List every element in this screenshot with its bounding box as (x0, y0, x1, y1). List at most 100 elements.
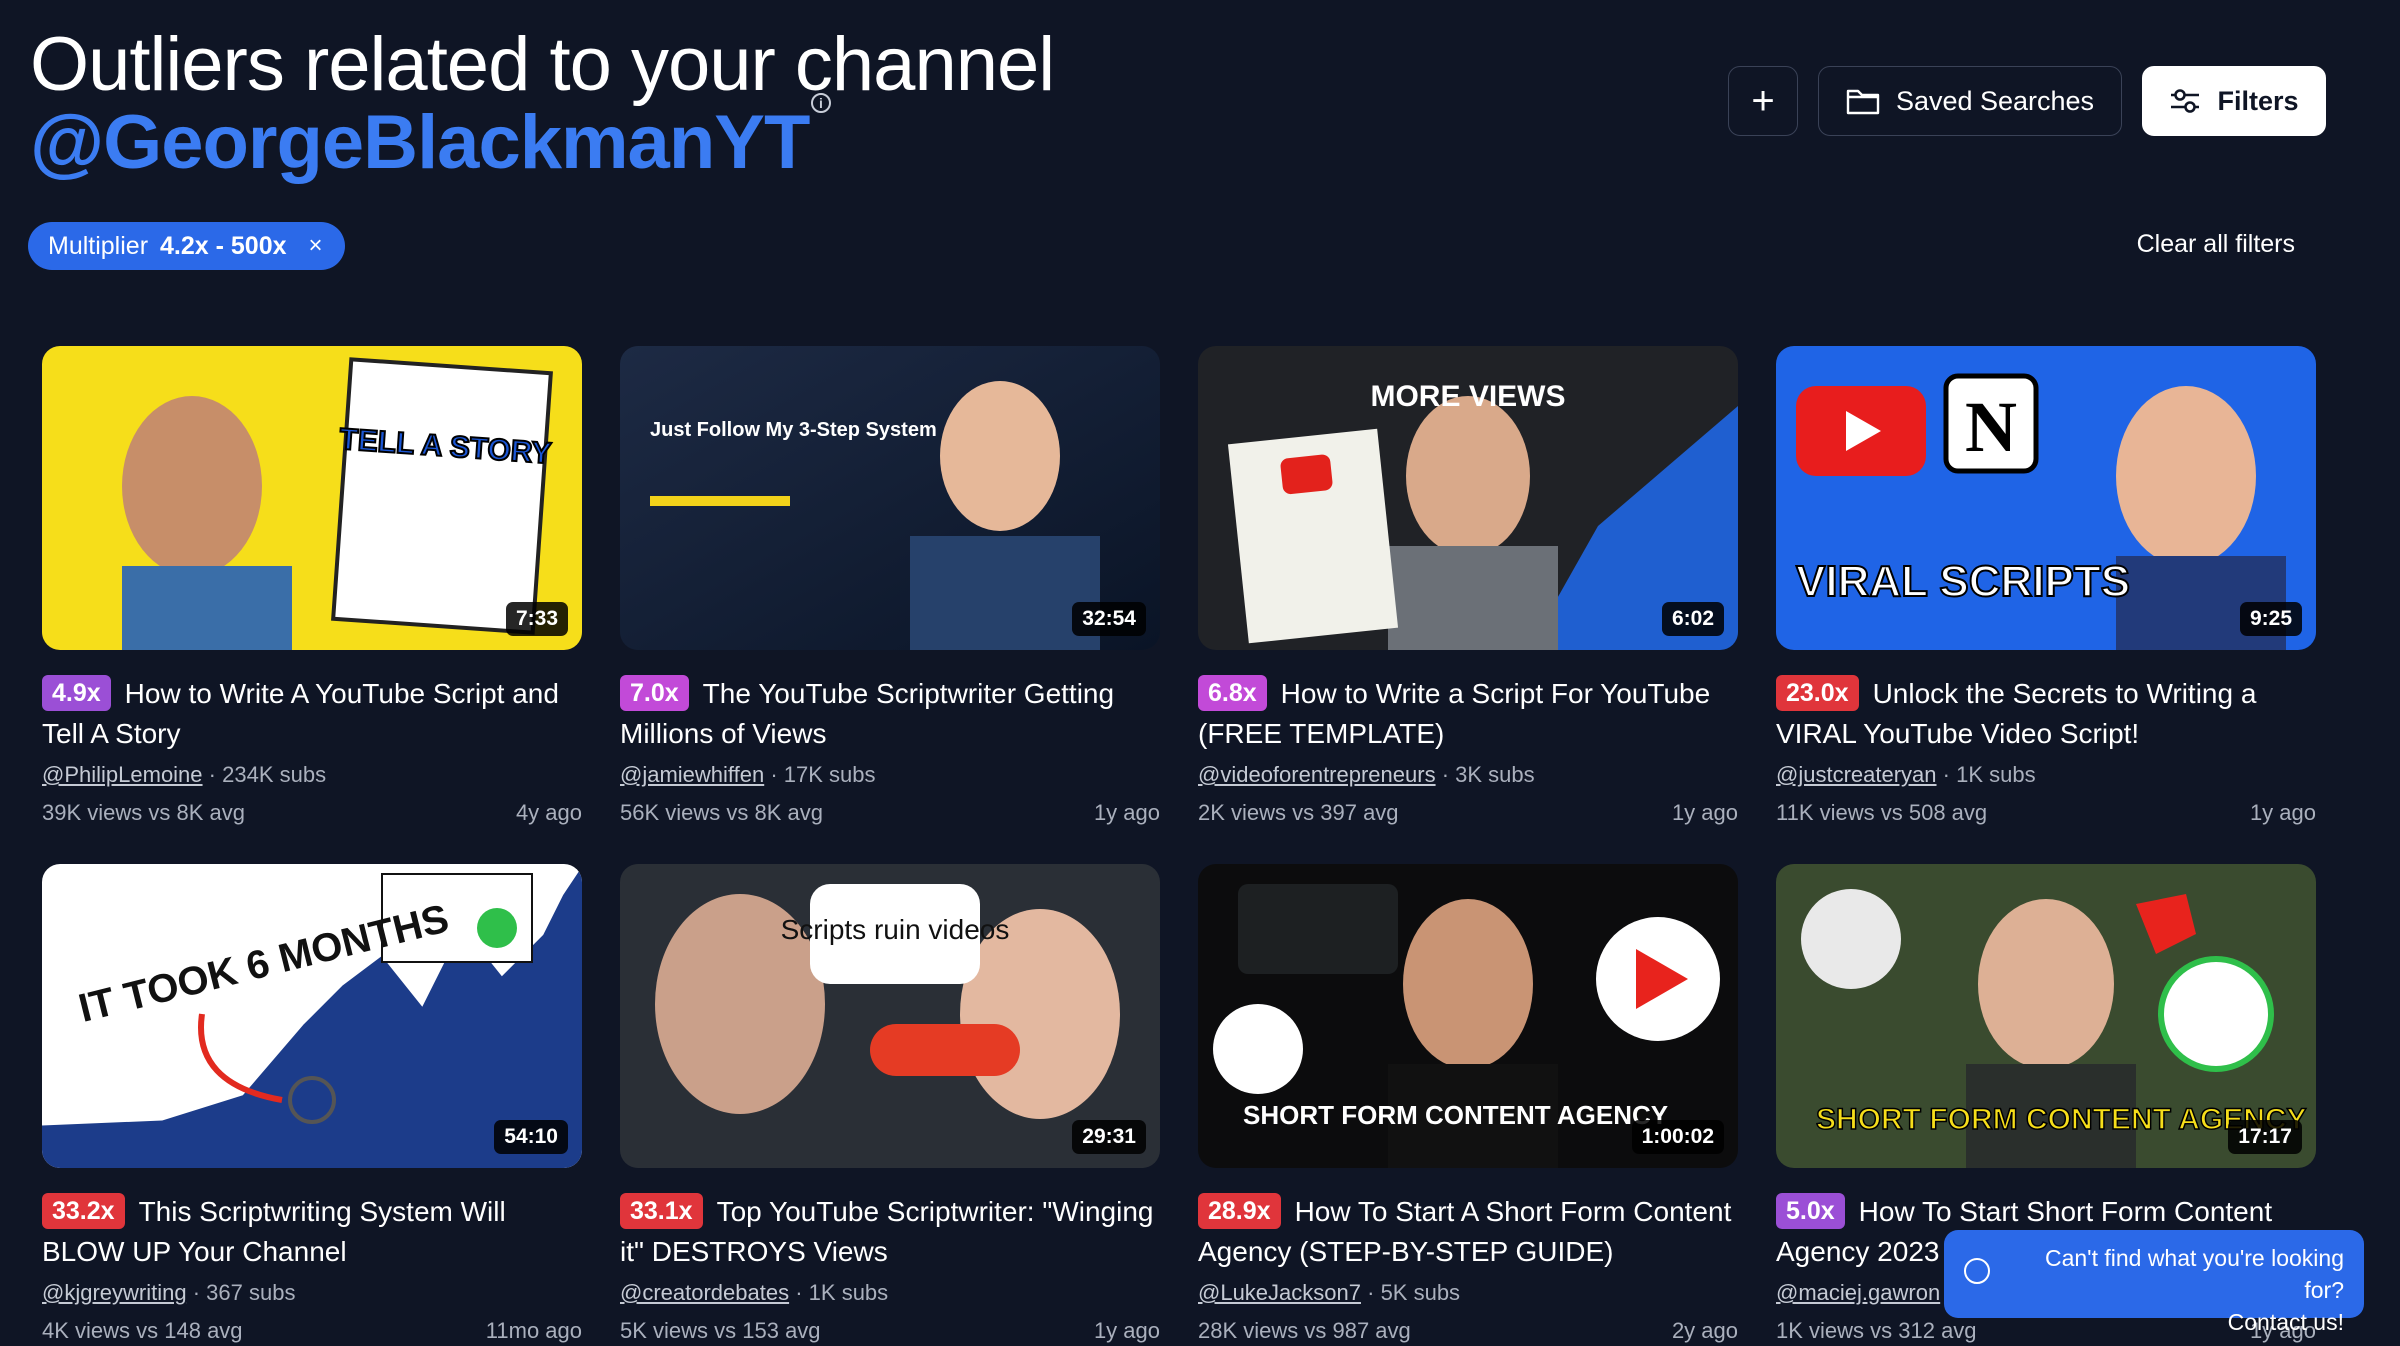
views-vs-avg: 28K views vs 987 avg (1198, 1318, 1411, 1343)
outliers-page: Outliers related to your channel @George… (0, 0, 2400, 1346)
channel-link[interactable]: @videoforentrepreneurs (1198, 762, 1436, 787)
channel-link[interactable]: @jamiewhiffen (620, 762, 764, 787)
add-search-button[interactable]: + (1728, 66, 1798, 136)
contact-line-1: Can't find what you're looking for? (2044, 1245, 2344, 1303)
multiplier-badge: 33.2x (42, 1193, 125, 1229)
video-title[interactable]: 23.0x Unlock the Secrets to Writing a VIR… (1776, 674, 2316, 754)
channel-handle[interactable]: @GeorgeBlackmanYT (30, 98, 810, 188)
thumb-text-3: MORE VIEWS (1370, 380, 1565, 413)
video-title-text: The YouTube Scriptwriter Getting Million… (620, 678, 1115, 749)
thumb-text-4: VIRAL SCRIPTS (1796, 557, 2130, 606)
video-thumbnail[interactable]: Just Follow My 3-Step System 32:54 (620, 346, 1160, 650)
subs-count: 17K subs (783, 762, 876, 787)
subs-count: 3K subs (1455, 762, 1535, 787)
views-vs-avg: 2K views vs 397 avg (1198, 800, 1399, 825)
video-card[interactable]: Just Follow My 3-Step System 32:54 7.0x T… (620, 346, 1160, 826)
svg-text:N: N (1965, 387, 2017, 467)
views-vs-avg: 39K views vs 8K avg (42, 800, 245, 825)
filters-label: Filters (2217, 85, 2299, 116)
video-thumbnail[interactable]: SHORT FORM CONTENT AGENCY 1:00:02 (1198, 864, 1738, 1168)
video-age: 4y ago (515, 800, 582, 825)
video-thumbnail[interactable]: IT TOOK 6 MONTHS 54:10 (42, 864, 582, 1168)
views-vs-avg: 56K views vs 8K avg (620, 800, 823, 825)
views-vs-avg: 11K views vs 508 avg (1776, 800, 1988, 825)
video-title[interactable]: 4.9x How to Write A YouTube Script and Te… (42, 674, 582, 754)
video-age: 1y ago (1093, 1318, 1160, 1343)
video-title[interactable]: 6.8x How to Write a Script For YouTube (F… (1198, 674, 1738, 754)
subs-count: 5K subs (1380, 1280, 1461, 1305)
video-age: 11mo ago (485, 1318, 582, 1343)
chip-value: 4.2x - 500x (160, 231, 287, 260)
views-meta: 5K views vs 153 avg 1y ago (620, 1318, 1160, 1344)
multiplier-badge: 6.8x (1198, 675, 1267, 711)
views-meta: 2K views vs 397 avg 1y ago (1198, 800, 1738, 826)
views-vs-avg: 4K views vs 148 avg (42, 1318, 243, 1343)
clear-all-filters-link[interactable]: Clear all filters (2137, 230, 2295, 259)
saved-searches-button[interactable]: Saved Searches (1818, 66, 2122, 136)
channel-link[interactable]: @PhilipLemoine (42, 762, 203, 787)
subs-count: 367 subs (206, 1280, 296, 1305)
channel-meta: @kjgreywriting · 367 subs (42, 1280, 582, 1306)
meta-dot: · (770, 762, 784, 787)
multiplier-badge: 5.0x (1776, 1193, 1845, 1229)
multiplier-filter-chip[interactable]: Multiplier 4.2x - 500x × (28, 222, 345, 270)
subs-count: 1K subs (808, 1280, 889, 1305)
views-meta: 39K views vs 8K avg 4y ago (42, 800, 582, 826)
filters-button[interactable]: Filters (2142, 66, 2326, 136)
video-card[interactable]: MORE VIEWS 6:02 6.8x How to Write a Scrip… (1198, 346, 1738, 826)
thumbnail-art: N VIRAL SCRIPTS (1776, 346, 2316, 650)
video-title[interactable]: 33.1x Top YouTube Scriptwriter: "Winging … (620, 1192, 1160, 1272)
duration-badge: 6:02 (1661, 602, 1724, 636)
duration-badge: 7:33 (505, 602, 568, 636)
close-icon[interactable]: × (309, 232, 323, 260)
channel-meta: @creatordebates · 1K subs (620, 1280, 1160, 1306)
video-age: 1y ago (1671, 800, 1738, 825)
channel-link[interactable]: @maciej.gawron (1776, 1280, 1940, 1305)
channel-link[interactable]: @LukeJackson7 (1198, 1280, 1361, 1305)
views-vs-avg: 5K views vs 153 avg (620, 1318, 821, 1343)
info-icon[interactable]: i (811, 93, 831, 113)
views-meta: 28K views vs 987 avg 2y ago (1198, 1318, 1738, 1344)
video-card[interactable]: N VIRAL SCRIPTS 9:25 23.0x Unlock the Sec… (1776, 346, 2316, 826)
video-thumbnail[interactable]: SHORT FORM CONTENT AGENCY 17:17 (1776, 864, 2316, 1168)
meta-dot: · (208, 762, 223, 787)
video-age: 1y ago (1093, 800, 1160, 825)
channel-meta: @PhilipLemoine · 234K subs (42, 762, 582, 788)
duration-badge: 17:17 (2228, 1120, 2302, 1154)
video-age: 1y ago (2249, 800, 2316, 825)
video-card[interactable]: Scripts ruin videos 29:31 33.1x Top YouTu… (620, 864, 1160, 1344)
video-card[interactable]: TELL A STORY 7:33 4.9x How to Write A You… (42, 346, 582, 826)
video-thumbnail[interactable]: Scripts ruin videos 29:31 (620, 864, 1160, 1168)
thumbnail-art: TELL A STORY (42, 346, 582, 650)
subs-count: 1K subs (1956, 762, 2036, 787)
video-thumbnail[interactable]: N VIRAL SCRIPTS 9:25 (1776, 346, 2316, 650)
views-meta: 4K views vs 148 avg 11mo ago (42, 1318, 582, 1344)
multiplier-badge: 33.1x (620, 1193, 703, 1229)
contact-us-bubble[interactable]: Can't find what you're looking for? Cont… (1944, 1230, 2364, 1335)
video-card[interactable]: SHORT FORM CONTENT AGENCY 1:00:02 28.9x H… (1198, 864, 1738, 1344)
video-thumbnail[interactable]: MORE VIEWS 6:02 (1198, 346, 1738, 650)
duration-badge: 32:54 (1072, 602, 1146, 636)
page-title: Outliers related to your channel (30, 22, 1055, 107)
video-title[interactable]: 7.0x The YouTube Scriptwriter Getting Mil… (620, 674, 1160, 754)
sliders-icon (2171, 89, 2200, 113)
channel-meta: @justcreateryan · 1K subs (1776, 762, 2316, 788)
views-meta: 11K views vs 508 avg 1y ago (1776, 800, 2316, 826)
video-card[interactable]: IT TOOK 6 MONTHS 54:10 33.2x This Scriptw… (42, 864, 582, 1344)
video-thumbnail[interactable]: TELL A STORY 7:33 (42, 346, 582, 650)
saved-searches-label: Saved Searches (1895, 85, 2095, 116)
video-title[interactable]: 33.2x This Scriptwriting System Will BLOW… (42, 1192, 582, 1272)
meta-dot: · (1942, 762, 1957, 787)
channel-link[interactable]: @creatordebates (620, 1280, 789, 1305)
meta-dot: · (1441, 762, 1456, 787)
video-age: 2y ago (1671, 1318, 1738, 1343)
duration-badge: 54:10 (494, 1120, 568, 1154)
channel-link[interactable]: @kjgreywriting (42, 1280, 187, 1305)
multiplier-badge: 7.0x (620, 675, 689, 711)
meta-dot: · (795, 1280, 809, 1305)
folder-icon (1846, 89, 1880, 115)
channel-meta: @videoforentrepreneurs · 3K subs (1198, 762, 1738, 788)
views-vs-avg: 1K views vs 312 avg (1776, 1318, 1977, 1343)
channel-link[interactable]: @justcreateryan (1776, 762, 1937, 787)
video-title[interactable]: 28.9x How To Start A Short Form Content A… (1198, 1192, 1738, 1272)
